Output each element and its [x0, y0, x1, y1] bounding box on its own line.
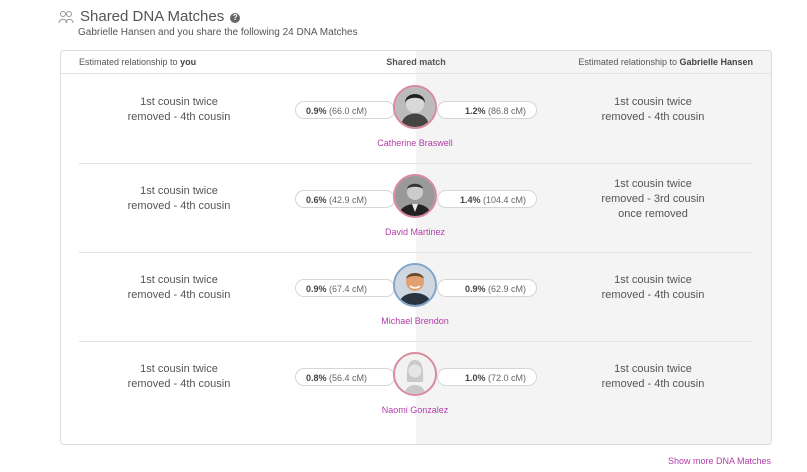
shared-percent: 0.6% — [306, 195, 327, 205]
shared-dna-you: 0.8% (56.4 cM) — [295, 368, 395, 386]
shared-percent: 0.9% — [306, 284, 327, 294]
shared-percent: 1.2% — [464, 106, 486, 116]
shared-dna-other: 0.9% (62.9 cM) — [437, 279, 537, 297]
shared-cm: (86.8 cM) — [487, 106, 526, 116]
relationship-you-line: 1st cousin twice — [140, 363, 218, 375]
avatar[interactable] — [393, 263, 437, 307]
header-relationship-other: Estimated relationship to Gabrielle Hans… — [578, 57, 753, 67]
shared-percent: 0.9% — [464, 284, 486, 294]
match-row: 1st cousin twice removed - 4th cousin 1st … — [79, 74, 753, 163]
avatar[interactable] — [393, 85, 437, 129]
shared-dna-you: 0.9% (66.0 cM) — [295, 101, 395, 119]
table-header: Estimated relationship to you Shared mat… — [61, 51, 771, 74]
match-row: 1st cousin twice removed - 4th cousin 1st … — [79, 341, 753, 430]
relationship-you-line: 1st cousin twice — [140, 274, 218, 286]
relationship-you: 1st cousin twice removed - 4th cousin — [79, 184, 279, 214]
page-subtitle: Gabrielle Hansen and you share the follo… — [78, 27, 358, 38]
relationship-you-line: removed - 4th cousin — [127, 111, 231, 123]
match-name-link[interactable]: David Martinez — [315, 227, 515, 237]
shared-dna-you: 0.9% (67.4 cM) — [295, 279, 395, 297]
page-title: Shared DNA Matches — [80, 8, 225, 25]
show-more-link[interactable]: Show more DNA Matches — [668, 456, 771, 466]
relationship-other-line: 1st cousin twice — [614, 274, 692, 286]
avatar[interactable] — [393, 174, 437, 218]
people-icon — [58, 10, 74, 23]
relationship-you: 1st cousin twice removed - 4th cousin — [79, 362, 279, 392]
relationship-other: 1st cousin twice removed - 4th cousin — [553, 362, 753, 392]
section-header: Shared DNA Matches ? Gabrielle Hansen an… — [58, 8, 358, 38]
shared-dna-other: 1.2% (86.8 cM) — [437, 101, 537, 119]
relationship-other-line: removed - 4th cousin — [601, 111, 705, 123]
shared-matches-card: Estimated relationship to you Shared mat… — [60, 50, 772, 445]
relationship-you-line: removed - 4th cousin — [127, 378, 231, 390]
match-row: 1st cousin twice removed - 4th cousin 1st … — [79, 252, 753, 341]
match-name-link[interactable]: Michael Brendon — [315, 316, 515, 326]
shared-cm: (62.9 cM) — [487, 284, 526, 294]
relationship-you-line: removed - 4th cousin — [127, 200, 231, 212]
relationship-you: 1st cousin twice removed - 4th cousin — [79, 95, 279, 125]
relationship-other: 1st cousin twice removed - 4th cousin — [553, 95, 753, 125]
shared-cm: (42.9 cM) — [329, 195, 368, 205]
help-icon[interactable]: ? — [230, 12, 241, 23]
relationship-you: 1st cousin twice removed - 4th cousin — [79, 273, 279, 303]
shared-percent: 0.8% — [306, 373, 327, 383]
relationship-other-line: 1st cousin twice — [614, 363, 692, 375]
relationship-other-line: 1st cousin twice — [614, 177, 692, 190]
shared-cm: (72.0 cM) — [487, 373, 526, 383]
avatar[interactable] — [393, 352, 437, 396]
shared-cm: (66.0 cM) — [329, 106, 368, 116]
shared-dna-other: 1.4% (104.4 cM) — [437, 190, 537, 208]
shared-dna-other: 1.0% (72.0 cM) — [437, 368, 537, 386]
shared-percent: 1.0% — [464, 373, 486, 383]
relationship-other-line: once removed — [618, 207, 688, 220]
relationship-other: 1st cousin twice removed - 3rd cousin once… — [553, 177, 753, 222]
relationship-other-line: removed - 4th cousin — [601, 378, 705, 390]
relationship-you-line: removed - 4th cousin — [127, 289, 231, 301]
relationship-other-line: removed - 4th cousin — [601, 289, 705, 301]
shared-percent: 1.4% — [459, 195, 481, 205]
relationship-other-line: 1st cousin twice — [614, 96, 692, 108]
match-row: 1st cousin twice removed - 4th cousin 1st … — [79, 163, 753, 252]
match-name-link[interactable]: Catherine Braswell — [315, 138, 515, 148]
shared-cm: (104.4 cM) — [482, 195, 526, 205]
shared-dna-you: 0.6% (42.9 cM) — [295, 190, 395, 208]
relationship-other: 1st cousin twice removed - 4th cousin — [553, 273, 753, 303]
shared-cm: (56.4 cM) — [329, 373, 368, 383]
match-name-link[interactable]: Naomi Gonzalez — [315, 405, 515, 415]
relationship-you-line: 1st cousin twice — [140, 185, 218, 197]
relationship-other-line: removed - 3rd cousin — [601, 192, 705, 205]
relationship-you-line: 1st cousin twice — [140, 96, 218, 108]
shared-cm: (67.4 cM) — [329, 284, 368, 294]
shared-percent: 0.9% — [306, 106, 327, 116]
